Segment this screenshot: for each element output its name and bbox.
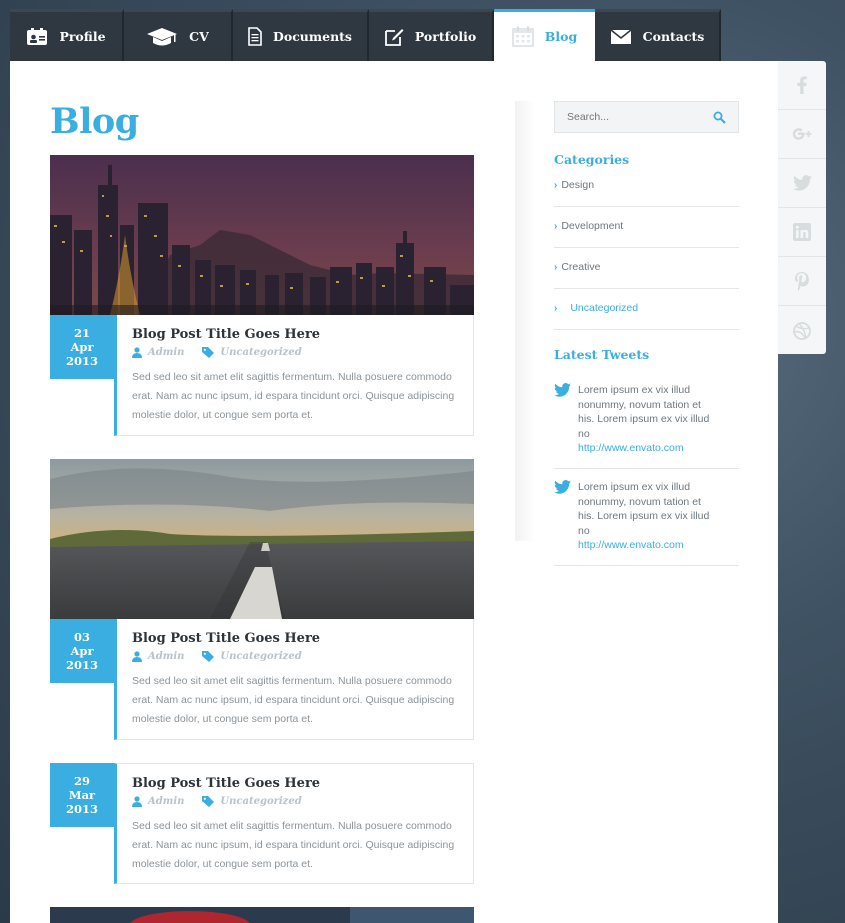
envelope-icon <box>610 28 632 45</box>
tag-icon <box>202 651 215 662</box>
post-day: 03 <box>73 630 90 644</box>
post-title[interactable]: Blog Post Title Goes Here <box>132 631 459 646</box>
linkedin-icon[interactable] <box>778 208 826 257</box>
post-author[interactable]: Admin <box>148 651 184 662</box>
twitter-bird-icon <box>554 383 578 456</box>
post-date-badge: 21 Apr 2013 <box>50 315 114 379</box>
column-divider <box>515 101 535 541</box>
post-excerpt: Sed sed leo sit amet elit sagittis ferme… <box>132 675 455 725</box>
post-year: 2013 <box>65 354 98 368</box>
tweet-content: Lorem ipsum ex vix illud nonummy, novum … <box>578 383 718 456</box>
tweet-link[interactable]: http://www.envato.com <box>578 538 718 553</box>
tab-label: Contacts <box>642 29 705 44</box>
social-bar <box>778 61 826 354</box>
tab-label: Documents <box>273 29 352 44</box>
post-title[interactable]: Blog Post Title Goes Here <box>132 776 459 791</box>
edit-icon <box>384 27 404 46</box>
tweets-heading: Latest Tweets <box>554 347 650 362</box>
tab-contacts[interactable]: Contacts <box>595 9 721 61</box>
post-title[interactable]: Blog Post Title Goes Here <box>132 327 459 342</box>
category-label: Creative <box>561 261 601 273</box>
tweet-item: Lorem ipsum ex vix illud nonummy, novum … <box>554 480 739 566</box>
post-image-partial[interactable] <box>50 907 474 923</box>
category-label: Development <box>561 220 624 232</box>
post-image-city-skyline[interactable] <box>50 155 474 315</box>
calendar-icon <box>512 26 534 47</box>
tab-blog[interactable]: Blog <box>494 9 595 61</box>
post-day: 21 <box>73 326 90 340</box>
post-meta: Admin Uncategorized <box>132 347 459 358</box>
search-box <box>554 101 739 133</box>
post-category[interactable]: Uncategorized <box>220 796 301 807</box>
main-nav: Profile CV Documents Portfolio Blog Cont… <box>10 9 721 61</box>
post-day: 29 <box>73 774 90 788</box>
post-body: Blog Post Title Goes Here Admin Uncatego… <box>114 763 474 884</box>
post-body: Blog Post Title Goes Here Admin Uncatego… <box>114 619 474 740</box>
tag-icon <box>202 796 215 807</box>
tab-documents[interactable]: Documents <box>233 9 369 61</box>
chevron-right-icon: › <box>554 261 558 273</box>
user-icon <box>132 651 142 662</box>
post-year: 2013 <box>65 802 98 816</box>
categories-heading: Categories <box>554 152 630 167</box>
tweet-text: Lorem ipsum ex vix illud nonummy, novum … <box>578 481 710 537</box>
post-category[interactable]: Uncategorized <box>220 651 301 662</box>
user-icon <box>132 796 142 807</box>
content-panel: Blog 21 Apr 2013 Blog Post Title Goes He… <box>10 61 778 923</box>
chevron-right-icon: › <box>554 220 558 232</box>
post-month: Apr <box>70 644 94 658</box>
post-excerpt: Sed sed leo sit amet elit sagittis ferme… <box>132 820 455 870</box>
post-meta: Admin Uncategorized <box>132 796 459 807</box>
post-date-badge: 03 Apr 2013 <box>50 619 114 683</box>
document-icon <box>248 27 262 46</box>
google-plus-icon[interactable] <box>778 110 826 159</box>
chevron-right-icon: › <box>554 179 558 191</box>
search-input[interactable] <box>555 111 705 123</box>
post-date-badge: 29 Mar 2013 <box>50 763 114 827</box>
tab-label: Profile <box>59 29 106 44</box>
tab-label: CV <box>189 29 209 44</box>
category-item-design[interactable]: › Design <box>554 166 739 207</box>
post-author[interactable]: Admin <box>148 347 184 358</box>
post-meta: Admin Uncategorized <box>132 651 459 662</box>
chevron-right-icon: › <box>554 302 558 314</box>
post-month: Mar <box>68 788 96 802</box>
tab-label: Portfolio <box>414 29 477 44</box>
category-label: Design <box>561 179 595 191</box>
tweet-link[interactable]: http://www.envato.com <box>578 441 718 456</box>
graduation-cap-icon <box>146 27 178 47</box>
tweet-content: Lorem ipsum ex vix illud nonummy, novum … <box>578 480 718 553</box>
post-body: Blog Post Title Goes Here Admin Uncatego… <box>114 315 474 436</box>
tab-cv[interactable]: CV <box>124 9 233 61</box>
user-icon <box>132 347 142 358</box>
category-item-development[interactable]: › Development <box>554 207 739 248</box>
post-category[interactable]: Uncategorized <box>220 347 301 358</box>
category-item-creative[interactable]: › Creative <box>554 248 739 289</box>
tag-icon <box>202 347 215 358</box>
tab-portfolio[interactable]: Portfolio <box>369 9 494 61</box>
dribbble-icon[interactable] <box>778 306 826 355</box>
post-image-road[interactable] <box>50 459 474 619</box>
category-label: Uncategorized <box>570 302 639 314</box>
pinterest-icon[interactable] <box>778 257 826 306</box>
tab-label: Blog <box>544 29 578 44</box>
twitter-icon[interactable] <box>778 159 826 208</box>
twitter-bird-icon <box>554 480 578 553</box>
id-card-icon <box>26 27 48 46</box>
post-month: Apr <box>70 340 94 354</box>
tweet-item: Lorem ipsum ex vix illud nonummy, novum … <box>554 383 739 469</box>
tweet-text: Lorem ipsum ex vix illud nonummy, novum … <box>578 384 710 440</box>
tab-profile[interactable]: Profile <box>10 9 124 61</box>
page-title: Blog <box>50 101 139 142</box>
facebook-icon[interactable] <box>778 61 826 110</box>
post-excerpt: Sed sed leo sit amet elit sagittis ferme… <box>132 371 455 421</box>
search-icon[interactable] <box>713 111 726 124</box>
post-author[interactable]: Admin <box>148 796 184 807</box>
blog-post: 21 Apr 2013 Blog Post Title Goes Here Ad… <box>50 155 474 436</box>
blog-post: 03 Apr 2013 Blog Post Title Goes Here Ad… <box>50 459 474 740</box>
category-item-uncategorized[interactable]: › Uncategorized <box>554 289 739 330</box>
post-year: 2013 <box>65 658 98 672</box>
